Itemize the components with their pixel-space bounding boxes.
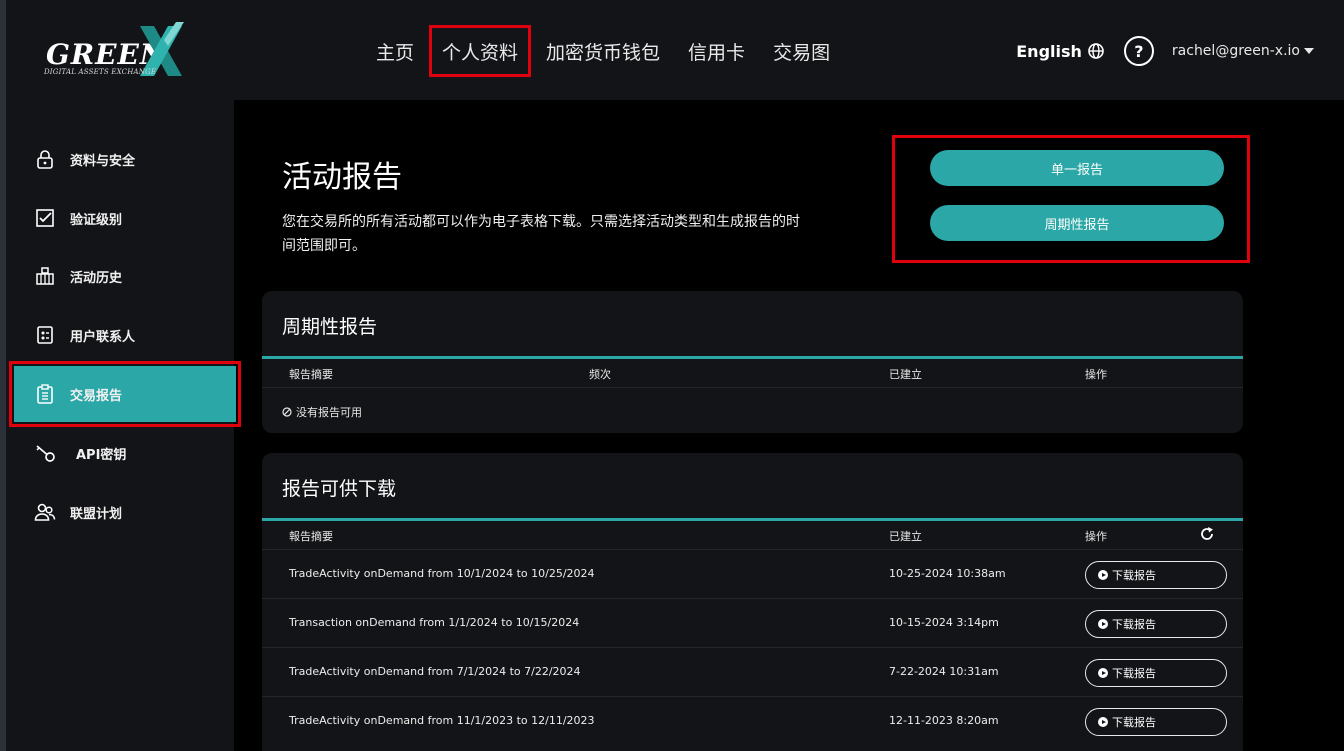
lock-icon bbox=[34, 148, 56, 170]
main-content: 活动报告 您在交易所的所有活动都可以作为电子表格下载。只需选择活动类型和生成报告… bbox=[234, 100, 1344, 751]
nav-credit-card[interactable]: 信用卡 bbox=[674, 30, 759, 72]
sidebar-item-label: 资料与安全 bbox=[70, 153, 136, 169]
table-row: TradeActivity onDemand from 11/1/2023 to… bbox=[262, 696, 1243, 745]
periodic-report-button[interactable]: 周期性报告 bbox=[930, 205, 1224, 241]
user-menu[interactable]: rachel@green-x.io bbox=[1172, 43, 1314, 59]
sidebar-item-verification[interactable]: 验证级别 bbox=[14, 190, 236, 246]
greenx-logo[interactable]: GREEN DIGITAL ASSETS EXCHANGE bbox=[42, 22, 192, 82]
sidebar-item-trade-reports[interactable]: 交易报告 bbox=[9, 361, 241, 427]
page-description: 您在交易所的所有活动都可以作为电子表格下载。只需选择活动类型和生成报告的时间范围… bbox=[282, 214, 800, 254]
no-entry-icon bbox=[282, 407, 292, 417]
page-title: 活动报告 bbox=[282, 160, 402, 195]
empty-state-text: 没有报告可用 bbox=[296, 406, 362, 419]
column-created: 已建立 bbox=[889, 530, 922, 543]
download-report-button[interactable]: 下载报告 bbox=[1085, 561, 1227, 589]
downloadable-reports-panel: 报告可供下载 報告摘要 已建立 操作 TradeActivity onDeman… bbox=[262, 453, 1243, 751]
sidebar-item-affiliate[interactable]: 联盟计划 bbox=[14, 484, 236, 540]
sidebar-item-activity-history[interactable]: 活动历史 bbox=[14, 248, 236, 304]
download-report-label: 下载报告 bbox=[1112, 569, 1156, 582]
download-report-button[interactable]: 下载报告 bbox=[1085, 659, 1227, 687]
logo-tagline: DIGITAL ASSETS EXCHANGE bbox=[44, 68, 157, 76]
column-actions: 操作 bbox=[1085, 530, 1107, 543]
play-circle-icon bbox=[1098, 570, 1108, 580]
bank-icon bbox=[34, 265, 56, 287]
sidebar-item-label: 联盟计划 bbox=[70, 506, 123, 522]
play-circle-icon bbox=[1098, 717, 1108, 727]
chevron-down-icon bbox=[1304, 48, 1314, 54]
downloadable-reports-title: 报告可供下载 bbox=[282, 478, 397, 500]
header-tools: English ? rachel@green-x.io bbox=[1016, 34, 1314, 68]
report-summary: TradeActivity onDemand from 7/1/2024 to … bbox=[289, 665, 581, 678]
column-summary: 報告摘要 bbox=[289, 530, 333, 543]
users-icon bbox=[34, 501, 56, 523]
refresh-icon[interactable] bbox=[1199, 526, 1215, 542]
report-summary: TradeActivity onDemand from 10/1/2024 to… bbox=[289, 567, 595, 580]
app-root: GREEN DIGITAL ASSETS EXCHANGE 主页 个人资料 加密… bbox=[0, 0, 1344, 751]
report-created: 10-15-2024 3:14pm bbox=[889, 616, 999, 629]
panel-divider bbox=[262, 518, 1243, 521]
top-bar: GREEN DIGITAL ASSETS EXCHANGE 主页 个人资料 加密… bbox=[0, 0, 1344, 100]
download-report-button[interactable]: 下载报告 bbox=[1085, 708, 1227, 736]
column-summary: 報告摘要 bbox=[289, 368, 333, 381]
sidebar: 资料与安全 验证级别 活动历史 用户联系人 交易报告 API密钥 联盟计划 bbox=[0, 100, 241, 751]
download-report-label: 下载报告 bbox=[1112, 667, 1156, 680]
report-summary: Transaction onDemand from 1/1/2024 to 10… bbox=[289, 616, 580, 629]
column-actions: 操作 bbox=[1085, 368, 1107, 381]
sidebar-item-label: 交易报告 bbox=[70, 388, 123, 404]
periodic-reports-panel: 周期性报告 報告摘要 频次 已建立 操作 没有报告可用 bbox=[262, 291, 1243, 433]
nav-home[interactable]: 主页 bbox=[362, 30, 428, 72]
report-created: 7-22-2024 10:31am bbox=[889, 665, 999, 678]
sidebar-item-user-contacts[interactable]: 用户联系人 bbox=[14, 307, 236, 363]
row-divider bbox=[262, 387, 1243, 388]
language-label: English bbox=[1016, 41, 1082, 61]
column-created: 已建立 bbox=[889, 368, 922, 381]
nav-trading-chart[interactable]: 交易图 bbox=[759, 30, 844, 72]
download-report-label: 下载报告 bbox=[1112, 716, 1156, 729]
key-icon bbox=[34, 442, 56, 464]
sidebar-item-label: 验证级别 bbox=[70, 212, 123, 228]
report-summary: TradeActivity onDemand from 11/1/2023 to… bbox=[289, 714, 595, 727]
download-report-label: 下载报告 bbox=[1112, 618, 1156, 631]
checkbox-icon bbox=[34, 207, 56, 229]
report-created: 12-11-2023 8:20am bbox=[889, 714, 999, 727]
help-icon[interactable]: ? bbox=[1123, 36, 1154, 66]
table-row: TradeActivity onDemand from 10/1/2024 to… bbox=[262, 549, 1243, 598]
sidebar-item-api-keys[interactable]: API密钥 bbox=[14, 425, 236, 481]
clipboard-icon bbox=[34, 383, 56, 405]
download-report-button[interactable]: 下载报告 bbox=[1085, 610, 1227, 638]
sidebar-item-profile-security[interactable]: 资料与安全 bbox=[14, 131, 236, 187]
sidebar-item-label: API密钥 bbox=[76, 447, 127, 463]
periodic-reports-title: 周期性报告 bbox=[282, 316, 378, 338]
report-buttons-group: 单一报告 周期性报告 bbox=[892, 135, 1250, 263]
main-nav: 主页 个人资料 加密货币钱包 信用卡 交易图 bbox=[362, 25, 844, 77]
panel-divider bbox=[262, 356, 1243, 359]
language-selector[interactable]: English bbox=[1016, 42, 1104, 61]
globe-icon bbox=[1088, 43, 1104, 59]
nav-crypto-wallet[interactable]: 加密货币钱包 bbox=[532, 30, 674, 72]
table-row: TradeActivity onDemand from 7/1/2024 to … bbox=[262, 647, 1243, 696]
play-circle-icon bbox=[1098, 668, 1108, 678]
sidebar-item-label: 活动历史 bbox=[70, 270, 123, 286]
column-frequency: 频次 bbox=[589, 368, 611, 381]
empty-state: 没有报告可用 bbox=[282, 404, 362, 420]
single-report-button[interactable]: 单一报告 bbox=[930, 150, 1224, 186]
play-circle-icon bbox=[1098, 619, 1108, 629]
table-row: Transaction onDemand from 1/1/2024 to 10… bbox=[262, 598, 1243, 647]
report-created: 10-25-2024 10:38am bbox=[889, 567, 1006, 580]
nav-profile[interactable]: 个人资料 bbox=[429, 25, 532, 77]
sidebar-item-label: 用户联系人 bbox=[70, 329, 136, 345]
contacts-icon bbox=[34, 324, 56, 346]
user-email: rachel@green-x.io bbox=[1171, 43, 1300, 59]
